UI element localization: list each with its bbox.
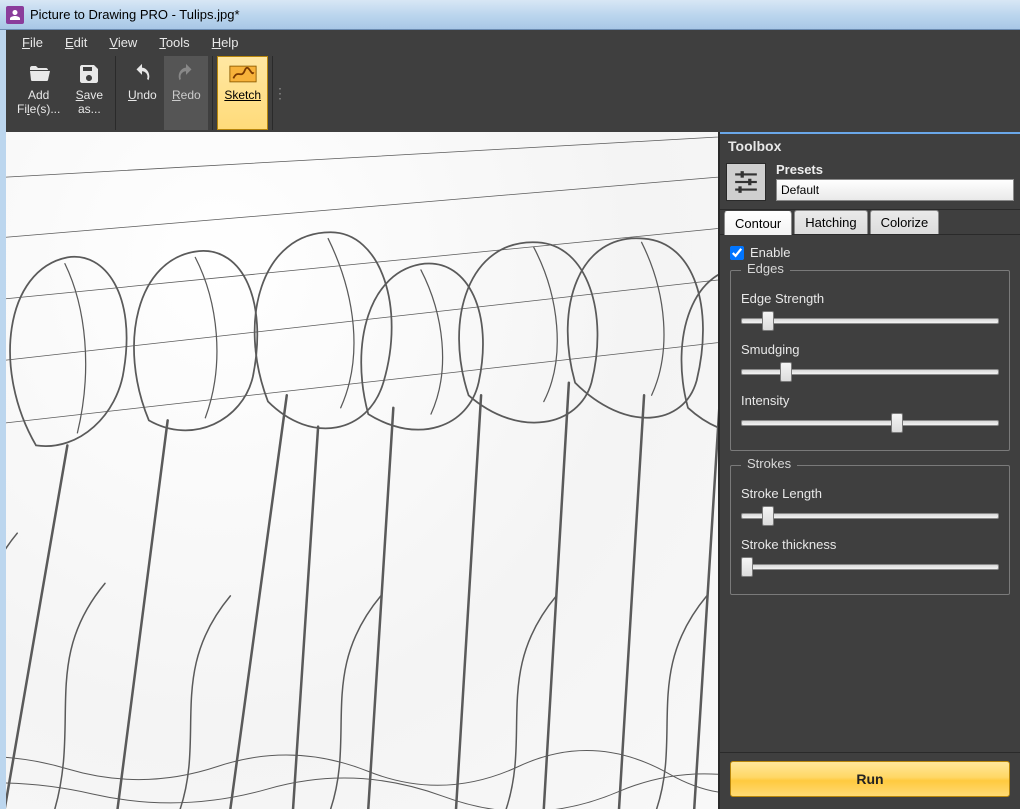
redo-button[interactable]: Redo: [164, 56, 208, 130]
folder-open-icon: [25, 61, 53, 87]
run-label: Run: [856, 771, 883, 787]
sliders-icon: [733, 169, 759, 195]
add-files-button[interactable]: Add File(s)...: [10, 56, 67, 130]
redo-label: Redo: [172, 89, 201, 103]
slider-smudging[interactable]: [741, 361, 999, 381]
toolbox-tabs: Contour Hatching Colorize: [720, 210, 1020, 235]
window-title: Picture to Drawing PRO - Tulips.jpg*: [30, 7, 240, 22]
sketch-icon: [229, 61, 257, 87]
image-canvas[interactable]: [6, 132, 718, 809]
group-edges-legend: Edges: [741, 261, 790, 276]
save-as-button[interactable]: Save as...: [67, 56, 111, 130]
sketch-drawing: [6, 132, 718, 809]
slider-stroke-thickness[interactable]: [741, 556, 999, 576]
menubar: File Edit View Tools Help: [6, 30, 1020, 54]
slider-edge-strength[interactable]: [741, 310, 999, 330]
menu-edit[interactable]: Edit: [55, 33, 97, 52]
toolbar: Add File(s)... Save as... Undo: [6, 54, 1020, 132]
run-button[interactable]: Run: [730, 761, 1010, 797]
toolbar-grip[interactable]: [277, 56, 283, 130]
preset-select[interactable]: Default: [776, 179, 1014, 201]
redo-icon: [172, 61, 200, 87]
field-edge-strength: Edge Strength: [741, 291, 999, 330]
canvas-pane: [6, 132, 718, 809]
undo-icon: [128, 61, 156, 87]
menu-file[interactable]: File: [12, 33, 53, 52]
field-intensity: Intensity: [741, 393, 999, 432]
app-body: File Edit View Tools Help Add File(s)...: [0, 30, 1020, 809]
label-smudging: Smudging: [741, 342, 999, 357]
label-stroke-thickness: Stroke thickness: [741, 537, 999, 552]
menu-help[interactable]: Help: [202, 33, 249, 52]
enable-label: Enable: [750, 245, 790, 260]
field-stroke-thickness: Stroke thickness: [741, 537, 999, 576]
tab-contour-label: Contour: [735, 216, 781, 231]
label-stroke-length: Stroke Length: [741, 486, 999, 501]
tab-hatching-label: Hatching: [805, 215, 856, 230]
presets-row: Presets Default: [720, 158, 1020, 210]
add-files-label: Add File(s)...: [17, 89, 60, 117]
run-row: Run: [720, 752, 1020, 809]
enable-checkbox[interactable]: [730, 246, 744, 260]
save-as-label: Save as...: [76, 89, 103, 117]
main-split: Toolbox Presets Default Cont: [6, 132, 1020, 809]
save-icon: [75, 61, 103, 87]
label-edge-strength: Edge Strength: [741, 291, 999, 306]
toolbox-pane: Toolbox Presets Default Cont: [718, 132, 1020, 809]
undo-button[interactable]: Undo: [120, 56, 164, 130]
sketch-label: Sketch: [224, 89, 261, 103]
label-intensity: Intensity: [741, 393, 999, 408]
group-strokes: Strokes Stroke Length Stroke thickness: [730, 465, 1010, 595]
undo-label: Undo: [128, 89, 157, 103]
tab-contour[interactable]: Contour: [724, 211, 792, 235]
slider-intensity[interactable]: [741, 412, 999, 432]
preset-selected-value: Default: [781, 183, 819, 197]
field-smudging: Smudging: [741, 342, 999, 381]
field-stroke-length: Stroke Length: [741, 486, 999, 525]
titlebar: Picture to Drawing PRO - Tulips.jpg*: [0, 0, 1020, 30]
tab-content: Enable Edges Edge Strength Smudging: [720, 235, 1020, 752]
presets-label: Presets: [776, 162, 1014, 177]
group-strokes-legend: Strokes: [741, 456, 797, 471]
enable-row[interactable]: Enable: [730, 245, 1010, 260]
sketch-button[interactable]: Sketch: [217, 56, 268, 130]
slider-stroke-length[interactable]: [741, 505, 999, 525]
group-edges: Edges Edge Strength Smudging: [730, 270, 1010, 451]
menu-tools[interactable]: Tools: [149, 33, 199, 52]
toolbox-header: Toolbox: [720, 132, 1020, 158]
tab-colorize[interactable]: Colorize: [870, 210, 940, 234]
presets-icon-button[interactable]: [726, 163, 766, 201]
menu-view[interactable]: View: [99, 33, 147, 52]
tab-hatching[interactable]: Hatching: [794, 210, 867, 234]
app-icon: [6, 6, 24, 24]
tab-colorize-label: Colorize: [881, 215, 929, 230]
